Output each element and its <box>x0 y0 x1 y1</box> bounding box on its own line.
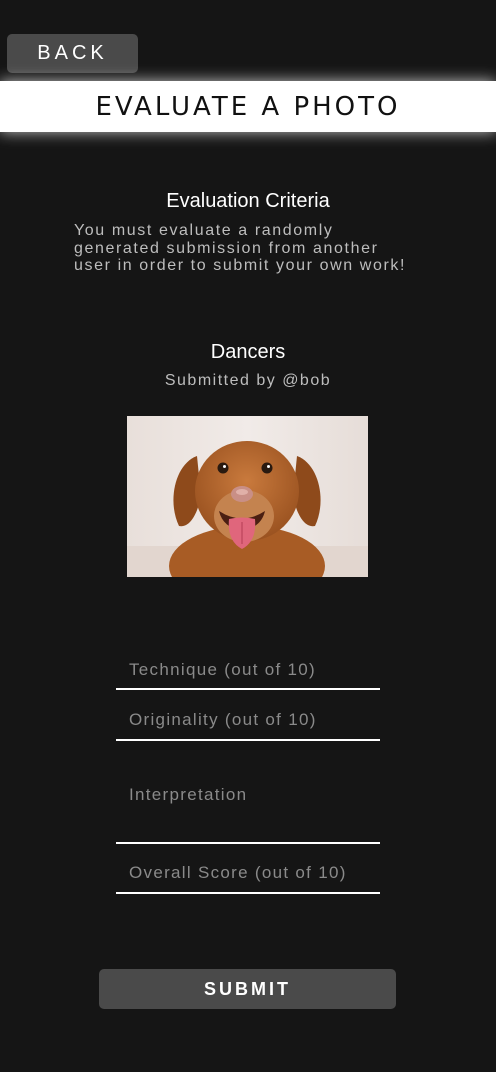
page-title: EVALUATE A PHOTO <box>95 91 401 122</box>
overall-score-field <box>116 854 380 894</box>
submission-photo <box>127 416 368 577</box>
submission-title: Dancers <box>210 341 286 363</box>
overall-score-input[interactable] <box>116 854 380 892</box>
technique-input[interactable] <box>116 651 380 688</box>
interpretation-input[interactable] <box>116 778 380 812</box>
submission-author: Submitted by @bob <box>164 372 332 389</box>
originality-field <box>116 701 380 741</box>
technique-field <box>116 651 380 690</box>
back-button[interactable]: BACK <box>7 34 138 73</box>
submit-button[interactable]: SUBMIT <box>99 969 396 1009</box>
criteria-description: You must evaluate a randomly generated s… <box>74 222 407 274</box>
originality-input[interactable] <box>116 701 380 739</box>
evaluate-photo-screen: BACK EVALUATE A PHOTO Evaluation Criteri… <box>0 0 496 1072</box>
criteria-heading: Evaluation Criteria <box>166 190 330 212</box>
dog-photo-image <box>127 416 368 577</box>
interpretation-field <box>116 778 380 844</box>
header-banner: EVALUATE A PHOTO <box>0 81 496 132</box>
